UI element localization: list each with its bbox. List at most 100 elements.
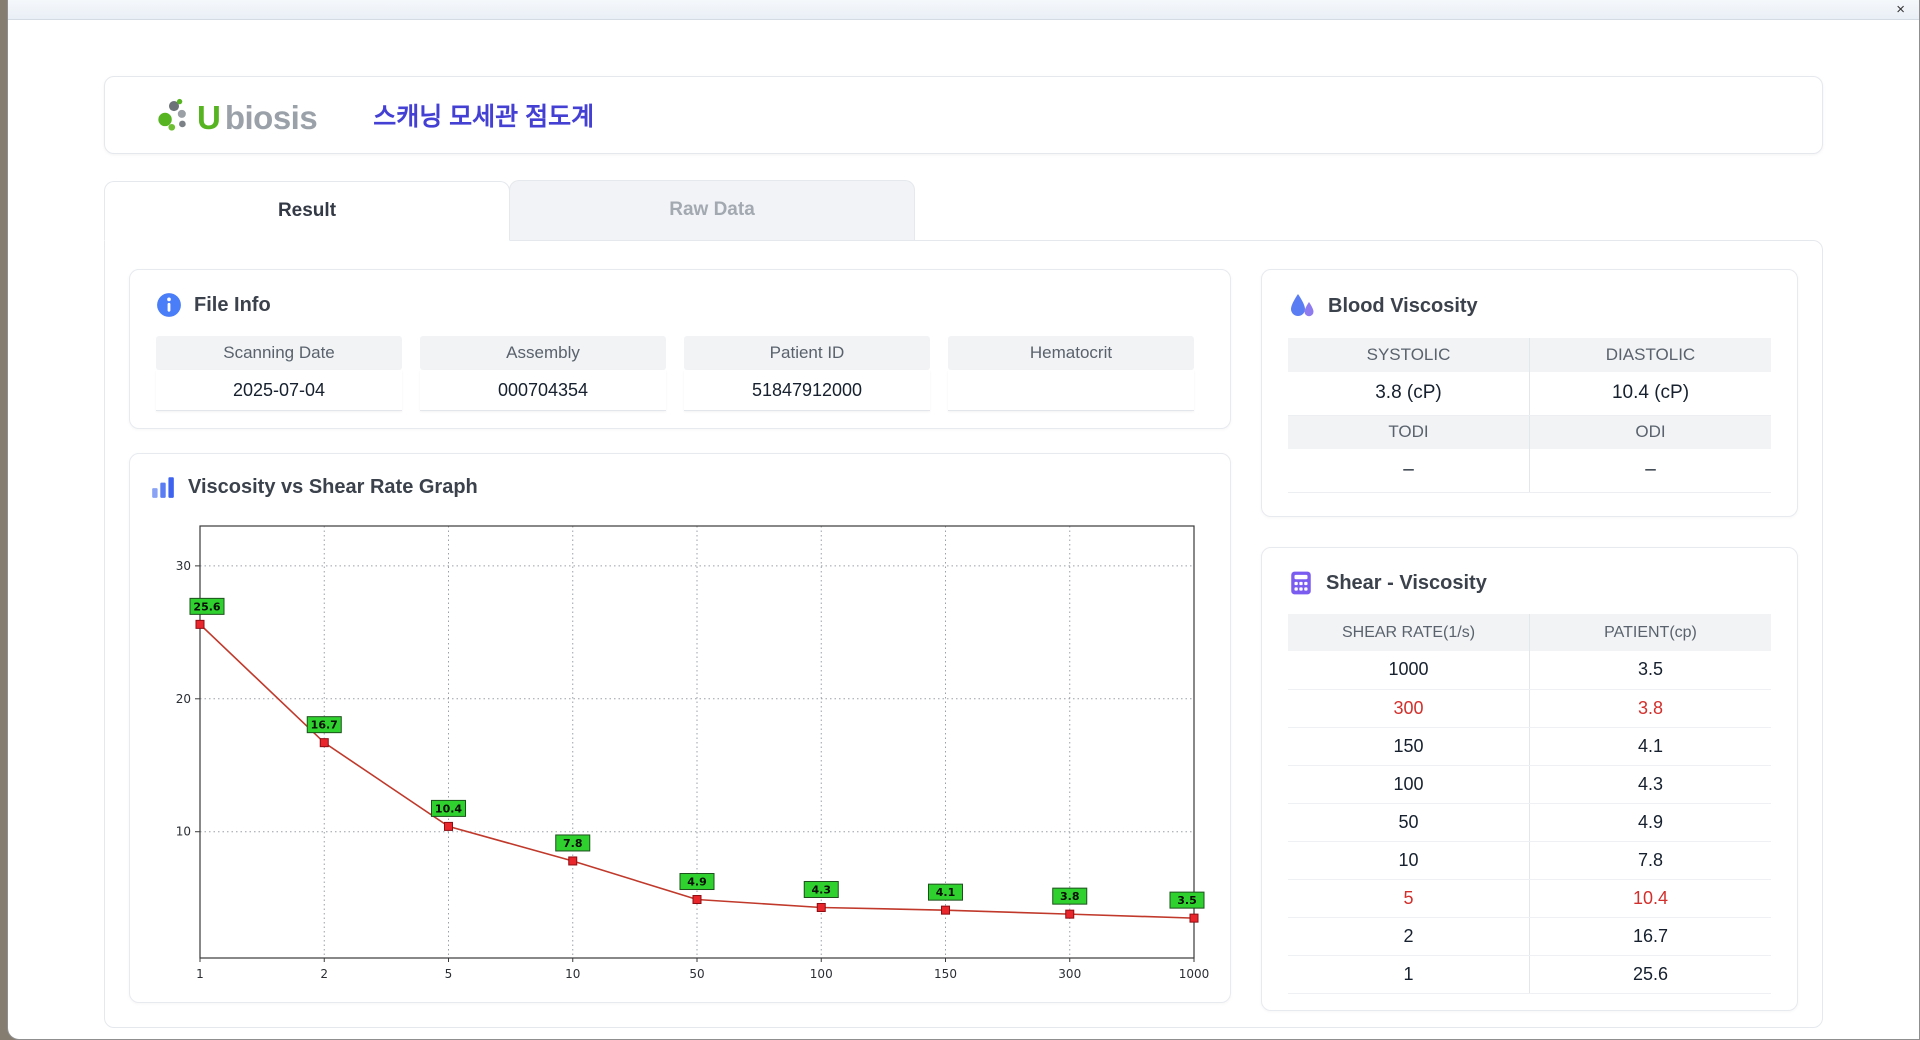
field-value [948,370,1194,411]
systolic-header: SYSTOLIC [1288,338,1530,372]
blood-viscosity-title: Blood Viscosity [1328,294,1478,317]
patient-viscosity-cell: 3.8 [1529,689,1771,728]
diastolic-value: 10.4 (cP) [1529,372,1771,416]
patient-viscosity-cell: 25.6 [1529,955,1771,994]
table-row: 2 16.7 [1288,917,1771,956]
svg-text:30: 30 [176,559,191,573]
table-row: 300 3.8 [1288,689,1771,728]
table-header-row: SYSTOLIC DIASTOLIC [1288,338,1771,372]
file-info-title-row: File Info [156,292,1204,318]
svg-text:4.1: 4.1 [936,886,956,899]
viscosity-chart: 10 20 30 1 2 5 10 50 100 150 300 1000 25.6 16.7 10.4 7.… [176,525,1210,981]
shear-rate-cell: 100 [1288,765,1530,804]
field-label: Patient ID [684,336,930,370]
svg-text:100: 100 [810,967,833,981]
svg-text:20: 20 [176,692,191,706]
window-titlebar: × [8,0,1919,20]
page-title: 스캐닝 모세관 점도계 [373,103,595,131]
close-icon[interactable]: × [1896,0,1905,20]
graph-title: Viscosity vs Shear Rate Graph [188,475,478,498]
page-content: Ubiosis 스캐닝 모세관 점도계 Result Raw Data File… [8,20,1919,1028]
diastolic-header: DIASTOLIC [1529,338,1771,372]
odi-header: ODI [1529,415,1771,449]
table-header-row: TODI ODI [1288,415,1771,449]
app-header: Ubiosis 스캐닝 모세관 점도계 [104,76,1823,154]
field-assembly: Assembly 000704354 [420,336,666,411]
shear-rate-cell: 150 [1288,727,1530,766]
svg-text:2: 2 [320,967,328,981]
table-row: – – [1288,449,1771,493]
svg-text:4.9: 4.9 [687,876,707,889]
field-value: 51847912000 [684,370,930,411]
file-info-card: File Info Scanning Date 2025-07-04 Assem… [129,269,1231,429]
field-label: Hematocrit [948,336,1194,370]
field-value: 2025-07-04 [156,370,402,411]
svg-text:25.6: 25.6 [193,600,220,613]
ubiosis-logo: Ubiosis [155,96,318,136]
left-column: File Info Scanning Date 2025-07-04 Assem… [129,269,1231,1003]
file-info-fields: Scanning Date 2025-07-04 Assembly 000704… [156,336,1204,411]
svg-text:1000: 1000 [1179,967,1210,981]
table-header-row: SHEAR RATE(1/s) PATIENT(cp) [1288,614,1771,651]
shear-rate-cell: 50 [1288,803,1530,842]
svg-text:3.5: 3.5 [1177,894,1197,907]
field-patient-id: Patient ID 51847912000 [684,336,930,411]
table-row: 3.8 (cP) 10.4 (cP) [1288,372,1771,416]
shear-rate-header: SHEAR RATE(1/s) [1288,614,1530,651]
todi-value: – [1288,449,1530,493]
shear-rate-cell: 5 [1288,879,1530,918]
svg-text:16.7: 16.7 [311,719,338,732]
tab-bar: Result Raw Data [104,180,1823,241]
graph-title-row: Viscosity vs Shear Rate Graph [150,474,1210,500]
viscosity-graph-card: Viscosity vs Shear Rate Graph 10 20 30 1 2 5 1… [129,453,1231,1003]
patient-viscosity-cell: 16.7 [1529,917,1771,956]
table-row: 5 10.4 [1288,879,1771,918]
shear-rate-cell: 10 [1288,841,1530,880]
blood-viscosity-title-row: Blood Viscosity [1288,292,1771,320]
bar-chart-icon [150,474,176,500]
droplets-icon [1288,292,1316,320]
app-window: × Ubiosis 스캐닝 모세관 점도계 Result Raw Data Fi… [7,0,1920,1040]
svg-text:5: 5 [445,967,453,981]
right-column: Blood Viscosity SYSTOLIC DIASTOLIC 3.8 (… [1261,269,1798,1011]
shear-rate-cell: 1000 [1288,651,1530,690]
calculator-icon [1288,570,1314,596]
patient-header: PATIENT(cp) [1529,614,1771,651]
svg-text:150: 150 [934,967,957,981]
field-scanning-date: Scanning Date 2025-07-04 [156,336,402,411]
blood-viscosity-card: Blood Viscosity SYSTOLIC DIASTOLIC 3.8 (… [1261,269,1798,517]
systolic-value: 3.8 (cP) [1288,372,1530,416]
svg-text:10: 10 [565,967,580,981]
table-row: 10 7.8 [1288,841,1771,880]
todi-header: TODI [1288,415,1530,449]
shear-rate-cell: 2 [1288,917,1530,956]
table-row: 1 25.6 [1288,955,1771,994]
svg-text:10.4: 10.4 [435,802,462,815]
patient-viscosity-cell: 4.3 [1529,765,1771,804]
shear-viscosity-card: Shear - Viscosity SHEAR RATE(1/s) PATIEN… [1261,547,1798,1011]
info-icon [156,292,182,318]
patient-viscosity-cell: 3.5 [1529,651,1771,690]
shear-rate-cell: 1 [1288,955,1530,994]
table-row: 100 4.3 [1288,765,1771,804]
shear-rate-cell: 300 [1288,689,1530,728]
field-label: Scanning Date [156,336,402,370]
tab-raw-data[interactable]: Raw Data [509,180,915,240]
patient-viscosity-cell: 4.1 [1529,727,1771,766]
logo-text-biosis: biosis [224,99,318,136]
field-hematocrit: Hematocrit [948,336,1194,411]
table-row: 50 4.9 [1288,803,1771,842]
result-panel: File Info Scanning Date 2025-07-04 Assem… [104,240,1823,1028]
svg-text:10: 10 [176,825,191,839]
file-info-title: File Info [194,293,271,316]
field-value: 000704354 [420,370,666,411]
blood-viscosity-table: SYSTOLIC DIASTOLIC 3.8 (cP) 10.4 (cP) TO… [1288,338,1771,493]
svg-text:300: 300 [1058,967,1081,981]
patient-viscosity-cell: 7.8 [1529,841,1771,880]
svg-text:3.8: 3.8 [1060,890,1080,903]
svg-text:4.3: 4.3 [812,883,832,896]
table-row: 1000 3.5 [1288,651,1771,690]
patient-viscosity-cell: 10.4 [1529,879,1771,918]
shear-viscosity-title: Shear - Viscosity [1326,571,1487,594]
tab-result[interactable]: Result [104,181,510,241]
